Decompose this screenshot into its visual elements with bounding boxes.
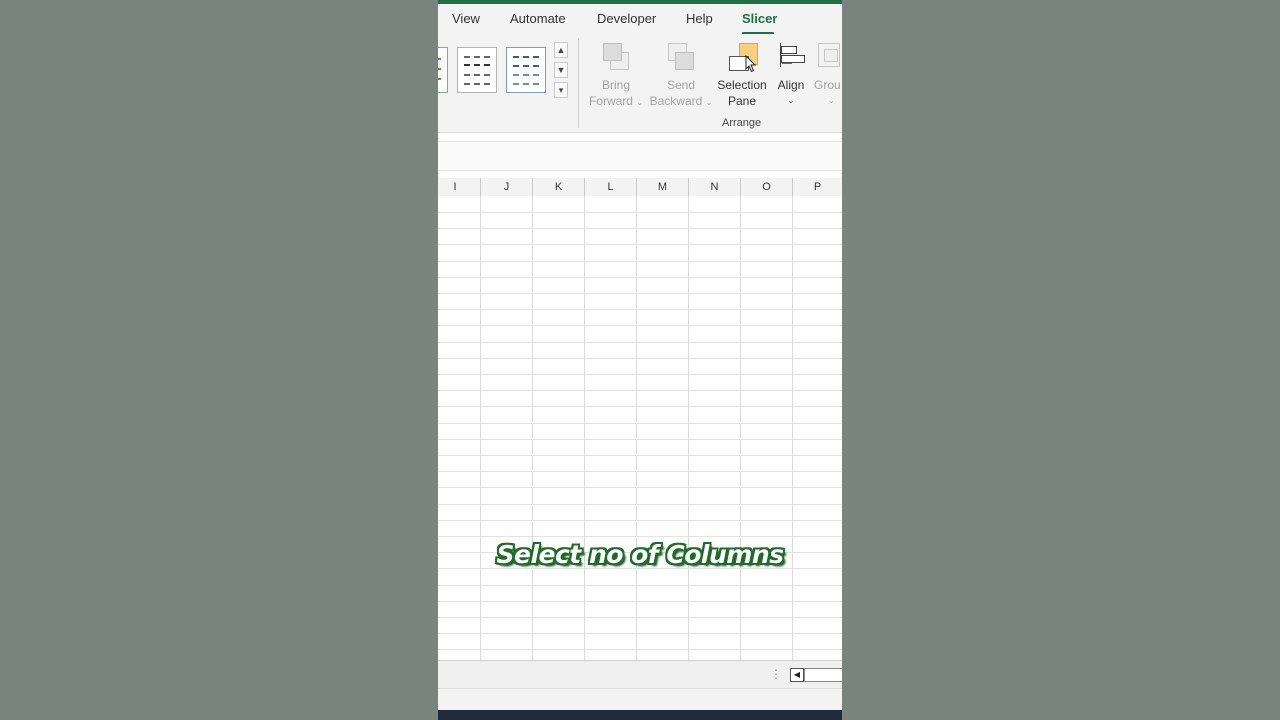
selection-pane-label-2: Pane — [727, 94, 757, 108]
group-icon — [816, 41, 842, 73]
grid-row-line — [438, 504, 842, 505]
tab-view[interactable]: View — [452, 11, 480, 26]
send-backward-icon — [666, 41, 696, 73]
bring-forward-label-1: Bring — [601, 78, 630, 92]
tab-developer[interactable]: Developer — [597, 11, 656, 26]
slicer-style-green[interactable] — [438, 47, 448, 93]
grid-row-line — [438, 536, 842, 537]
group-label: Grou — [814, 78, 841, 92]
grid-row-line — [438, 487, 842, 488]
grid-row-line — [438, 374, 842, 375]
tab-slicer[interactable]: Slicer — [742, 11, 777, 26]
gallery-scroll-up[interactable]: ▲ — [554, 42, 568, 58]
grid-row-line — [438, 244, 842, 245]
grid-row-line — [438, 633, 842, 634]
grid-row-line — [438, 261, 842, 262]
send-backward-label-1: Send — [666, 78, 696, 92]
overlay-caption: Select no of Columns — [496, 540, 784, 569]
column-headers: I J K L M N O P — [438, 178, 842, 197]
grid-row-line — [438, 585, 842, 586]
align-button[interactable]: Align ⌄ — [772, 41, 810, 109]
gallery-more-button[interactable]: ▾ — [554, 82, 568, 98]
bring-forward-icon — [601, 41, 631, 73]
arrange-group-label: Arrange — [722, 117, 762, 129]
send-backward-label-2: Backward ⌄ — [649, 94, 713, 108]
group-dropdown-chevron-icon: ⌄ — [828, 96, 835, 105]
column-header-i[interactable]: I — [438, 178, 472, 196]
column-header-m[interactable]: M — [637, 178, 688, 196]
slicer-style-blue[interactable] — [506, 47, 546, 93]
send-backward-button[interactable]: Send Backward ⌄ — [648, 41, 714, 111]
grid-row-line — [438, 228, 842, 229]
grid-row-line — [438, 439, 842, 440]
cell-grid[interactable] — [438, 196, 842, 660]
column-header-l[interactable]: L — [585, 178, 636, 196]
column-header-j[interactable]: J — [481, 178, 532, 196]
ribbon-separator — [578, 38, 579, 128]
ribbon-tab-bar: View Automate Developer Help Slicer — [438, 4, 842, 35]
group-button[interactable]: Grou ⌄ — [814, 41, 842, 109]
grid-row-line — [438, 212, 842, 213]
column-header-k[interactable]: K — [533, 178, 584, 196]
grid-row-line — [438, 406, 842, 407]
grid-row-line — [438, 617, 842, 618]
grid-row-line — [438, 601, 842, 602]
gallery-scroll-down[interactable]: ▼ — [554, 62, 568, 78]
grid-column-line — [636, 196, 637, 660]
scroll-left-button[interactable]: ◀ — [790, 668, 804, 682]
grid-row-line — [438, 455, 842, 456]
horizontal-scrollbar[interactable] — [804, 668, 842, 682]
grid-row-line — [438, 423, 842, 424]
grid-column-line — [532, 196, 533, 660]
selection-pane-icon — [727, 41, 758, 73]
align-label: Align — [777, 78, 805, 92]
column-header-o[interactable]: O — [741, 178, 792, 196]
grid-column-line — [740, 196, 741, 660]
grid-row-line — [438, 309, 842, 310]
formula-bar[interactable] — [438, 141, 842, 171]
more-options-icon[interactable]: ⋮ — [770, 667, 782, 681]
slicer-style-gray[interactable] — [457, 47, 497, 93]
sheet-tab-bar: ⋮ ◀ — [438, 660, 842, 689]
grid-row-line — [438, 390, 842, 391]
align-dropdown-chevron-icon: ⌄ — [787, 96, 795, 105]
ribbon-panel: ▲ ▼ ▾ Bring Forward ⌄ Send Backward ⌄ Se… — [438, 34, 842, 133]
grid-row-line — [438, 277, 842, 278]
selection-pane-button[interactable]: Selection Pane — [714, 41, 770, 109]
grid-column-line — [688, 196, 689, 660]
taskbar — [438, 710, 842, 720]
grid-row-line — [438, 520, 842, 521]
grid-row-line — [438, 358, 842, 359]
align-icon — [776, 41, 806, 73]
grid-column-line — [584, 196, 585, 660]
grid-row-line — [438, 471, 842, 472]
column-header-p[interactable]: P — [793, 178, 842, 196]
tab-automate[interactable]: Automate — [510, 11, 566, 26]
grid-column-line — [480, 196, 481, 660]
bring-forward-label-2: Forward ⌄ — [588, 94, 644, 108]
bring-forward-button[interactable]: Bring Forward ⌄ — [588, 41, 644, 111]
status-bar — [438, 688, 842, 711]
grid-column-line — [792, 196, 793, 660]
column-header-n[interactable]: N — [689, 178, 740, 196]
grid-row-line — [438, 293, 842, 294]
tab-help[interactable]: Help — [686, 11, 713, 26]
selection-pane-label-1: Selection — [717, 78, 767, 92]
cursor-icon — [745, 55, 757, 73]
grid-row-line — [438, 342, 842, 343]
grid-row-line — [438, 649, 842, 650]
excel-window: View Automate Developer Help Slicer ▲ ▼ … — [438, 0, 842, 720]
grid-row-line — [438, 325, 842, 326]
